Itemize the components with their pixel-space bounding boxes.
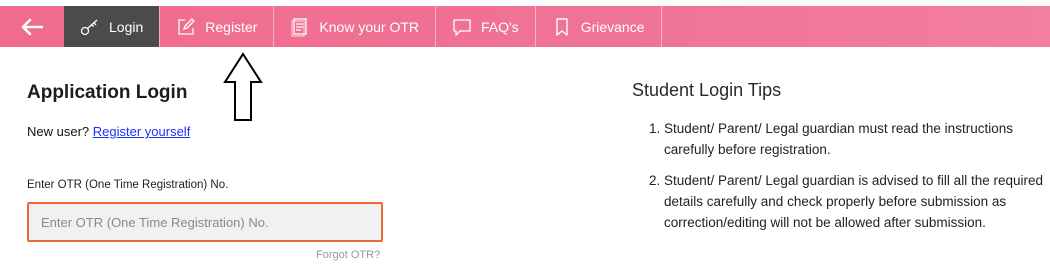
- tips-list: Student/ Parent/ Legal guardian must rea…: [632, 118, 1050, 243]
- tab-know-your-otr[interactable]: Know your OTR: [273, 6, 435, 47]
- tab-grievance[interactable]: Grievance: [534, 6, 662, 47]
- tips-title: Student Login Tips: [632, 80, 782, 100]
- tab-label: FAQ's: [481, 18, 519, 35]
- page-title: Application Login: [27, 82, 188, 103]
- forgot-otr-link[interactable]: Forgot OTR?: [316, 249, 380, 261]
- bookmark-icon: [552, 17, 572, 37]
- new-user-line: New user? Register yourself: [27, 124, 190, 139]
- chat-icon: [452, 17, 472, 37]
- list-item: Student/ Parent/ Legal guardian must rea…: [664, 118, 1050, 160]
- document-icon: [290, 17, 310, 37]
- new-user-text: New user?: [27, 124, 90, 139]
- register-link[interactable]: Register yourself: [93, 124, 191, 139]
- left-arrow-icon: [21, 18, 43, 35]
- tab-label: Login: [109, 18, 144, 35]
- tab-label: Grievance: [580, 18, 645, 35]
- tab-login[interactable]: Login: [64, 6, 160, 47]
- tab-faqs[interactable]: FAQ's: [435, 6, 535, 47]
- top-navigation: Login Register Know your OTR FAQ's Griev…: [0, 6, 1050, 47]
- up-arrow-annotation: [223, 52, 263, 121]
- back-button[interactable]: [0, 6, 64, 47]
- tab-register[interactable]: Register: [159, 6, 273, 47]
- edit-icon: [176, 17, 196, 37]
- key-icon: [80, 17, 100, 37]
- otr-label: Enter OTR (One Time Registration) No.: [27, 179, 229, 191]
- list-item: Student/ Parent/ Legal guardian is advis…: [664, 170, 1050, 233]
- tab-label: Know your OTR: [319, 18, 419, 35]
- otr-input[interactable]: [27, 202, 383, 242]
- tab-label: Register: [205, 18, 258, 35]
